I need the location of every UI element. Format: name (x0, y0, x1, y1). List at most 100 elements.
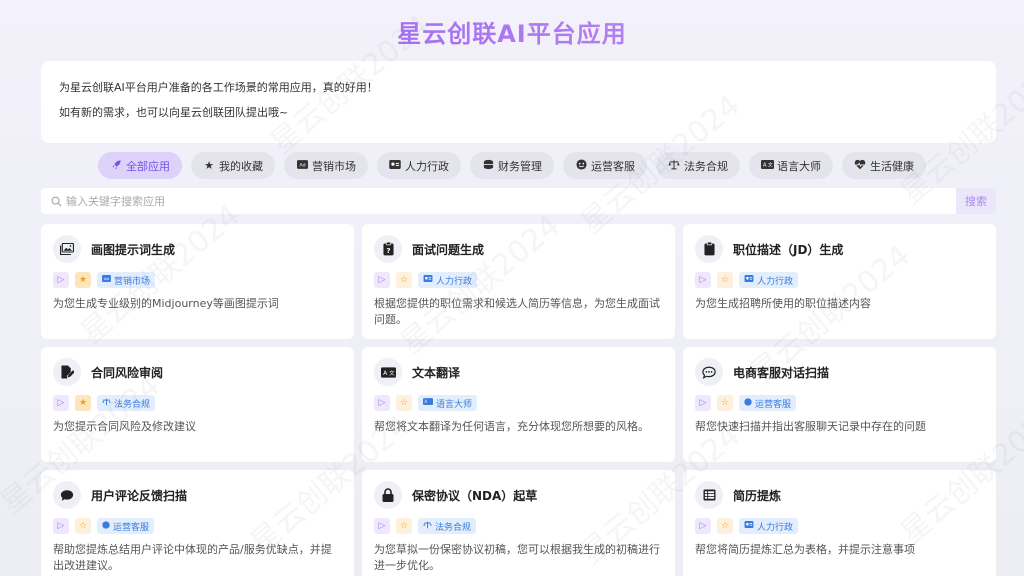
star-icon[interactable]: ☆ (717, 272, 733, 288)
tab-marketing[interactable]: Ad 营销市场 (284, 152, 368, 179)
app-card[interactable]: 合同风险审阅 ▷ ★ 法务合规 为您提示合同风险及修改建议 (41, 347, 354, 462)
search-icon (51, 192, 62, 211)
card-title: 简历提炼 (733, 488, 782, 503)
tab-legal[interactable]: 法务合规 (656, 152, 740, 179)
chat-dots-icon (695, 358, 723, 386)
clipboard-question-icon: ? (374, 235, 402, 263)
play-icon[interactable]: ▷ (695, 272, 711, 288)
category-tag: Ad 营销市场 (97, 272, 156, 288)
play-icon[interactable]: ▷ (53, 395, 69, 411)
play-icon[interactable]: ▷ (374, 272, 390, 288)
scale-icon (102, 398, 111, 409)
card-title: 职位描述（JD）生成 (733, 242, 844, 257)
card-description: 为您生成招聘所使用的职位描述内容 (695, 297, 871, 310)
app-card[interactable]: ? 面试问题生成 ▷ ☆ 人力行政 根据您提供的职位需求和候选人简历等信息，为您… (362, 224, 675, 339)
category-tag: 人力行政 (739, 272, 799, 288)
card-description: 帮助您提炼总结用户评论中体现的产品/服务优缺点，并提出改进建议。 (53, 543, 332, 572)
category-tag: 法务合规 (418, 518, 477, 534)
coins-icon (482, 159, 494, 173)
app-card[interactable]: 电商客服对话扫描 ▷ ☆ 运营客服 帮您快速扫描并指出客服聊天记录中存在的问题 (683, 347, 996, 462)
svg-text:文: 文 (388, 368, 394, 376)
search-button[interactable]: 搜索 (956, 188, 996, 214)
card-title: 保密协议（NDA）起草 (412, 488, 538, 503)
app-card[interactable]: 保密协议（NDA）起草 ▷ ☆ 法务合规 为您草拟一份保密协议初稿，您可以根据我… (362, 470, 675, 576)
svg-text:文: 文 (768, 162, 773, 169)
category-label: 营销市场 (114, 276, 151, 287)
scale-icon (668, 159, 680, 173)
card-title: 合同风险审阅 (91, 365, 164, 380)
category-tag: A 语言大师 (418, 395, 478, 411)
table-list-icon (695, 481, 723, 509)
tab-all-apps[interactable]: 全部应用 (98, 152, 182, 179)
rocket-icon (110, 159, 122, 173)
star-icon[interactable]: ★ (75, 395, 91, 411)
play-icon[interactable]: ▷ (53, 272, 69, 288)
search-input[interactable] (66, 194, 956, 208)
search-input-wrapper (41, 188, 956, 214)
image-icon (53, 235, 81, 263)
tab-hr-admin[interactable]: 人力行政 (377, 152, 461, 179)
app-card[interactable]: 职位描述（JD）生成 ▷ ☆ 人力行政 为您生成招聘所使用的职位描述内容 (683, 224, 996, 339)
card-title: 用户评论反馈扫描 (91, 488, 188, 503)
star-icon[interactable]: ☆ (717, 395, 733, 411)
intro-line-2: 如有新的需求，也可以向星云创联团队提出哦~ (59, 106, 289, 119)
star-icon[interactable]: ☆ (396, 395, 412, 411)
star-icon: ★ (204, 159, 214, 172)
lock-icon (374, 481, 402, 509)
category-label: 运营客服 (755, 399, 792, 410)
ad-icon: Ad (296, 159, 308, 172)
app-card[interactable]: 简历提炼 ▷ ☆ 人力行政 帮您将简历提炼汇总为表格，并提示注意事项 (683, 470, 996, 576)
tab-label: 运营客服 (591, 159, 635, 173)
app-card[interactable]: 用户评论反馈扫描 ▷ ☆ 运营客服 帮助您提炼总结用户评论中体现的产品/服务优缺… (41, 470, 354, 576)
play-icon[interactable]: ▷ (374, 395, 390, 411)
intro-line-1: 为星云创联AI平台用户准备的各工作场景的常用应用，真的好用！ (59, 81, 378, 94)
play-icon[interactable]: ▷ (695, 518, 711, 534)
card-description: 根据您提供的职位需求和候选人简历等信息，为您生成面试问题。 (374, 297, 660, 326)
play-icon[interactable]: ▷ (53, 518, 69, 534)
card-title: 文本翻译 (412, 365, 461, 380)
play-icon[interactable]: ▷ (695, 395, 711, 411)
id-card-icon (744, 275, 754, 285)
tab-label: 人力行政 (405, 159, 449, 173)
tab-language[interactable]: A文 语言大师 (749, 152, 833, 179)
id-card-icon (389, 159, 401, 172)
category-label: 人力行政 (436, 276, 473, 287)
category-tag: 人力行政 (739, 518, 799, 534)
language-icon: A (423, 398, 433, 408)
tab-favorites[interactable]: ★ 我的收藏 (191, 152, 275, 179)
search-bar: 搜索 (41, 188, 996, 214)
category-tag: 人力行政 (418, 272, 478, 288)
tab-label: 我的收藏 (219, 159, 263, 173)
tab-label: 语言大师 (777, 159, 821, 173)
app-card[interactable]: 画图提示词生成 ▷ ★ Ad 营销市场 为您生成专业级别的Midjourney等… (41, 224, 354, 339)
star-icon[interactable]: ☆ (396, 272, 412, 288)
star-icon[interactable]: ★ (75, 272, 91, 288)
category-tag: 法务合规 (97, 395, 156, 411)
star-icon[interactable]: ☆ (75, 518, 91, 534)
tab-label: 营销市场 (312, 159, 356, 173)
headset-icon (575, 158, 587, 173)
category-label: 运营客服 (113, 522, 150, 533)
category-label: 法务合规 (435, 522, 472, 533)
svg-text:A: A (424, 399, 427, 404)
card-title: 画图提示词生成 (91, 242, 176, 257)
card-title: 电商客服对话扫描 (733, 365, 830, 380)
tab-life-health[interactable]: 生活健康 (842, 152, 926, 179)
language-icon: A文 (374, 358, 402, 386)
language-icon: A文 (761, 159, 774, 172)
file-signature-icon (53, 358, 81, 386)
page-title: 星云创联AI平台应用 (0, 14, 1024, 49)
headset-icon (102, 520, 110, 532)
tab-label: 财务管理 (498, 159, 542, 173)
tab-finance[interactable]: 财务管理 (470, 152, 554, 179)
star-icon[interactable]: ☆ (396, 518, 412, 534)
play-icon[interactable]: ▷ (374, 518, 390, 534)
id-card-icon (744, 521, 754, 531)
star-icon[interactable]: ☆ (717, 518, 733, 534)
card-description: 帮您快速扫描并指出客服聊天记录中存在的问题 (695, 420, 926, 433)
tab-label: 全部应用 (126, 159, 170, 173)
tab-operations[interactable]: 运营客服 (563, 152, 647, 179)
heart-pulse-icon (854, 159, 866, 173)
card-title: 面试问题生成 (412, 242, 485, 257)
app-card[interactable]: A文 文本翻译 ▷ ☆ A 语言大师 帮您将文本翻译为任何语言，充分体现您所想要… (362, 347, 675, 462)
